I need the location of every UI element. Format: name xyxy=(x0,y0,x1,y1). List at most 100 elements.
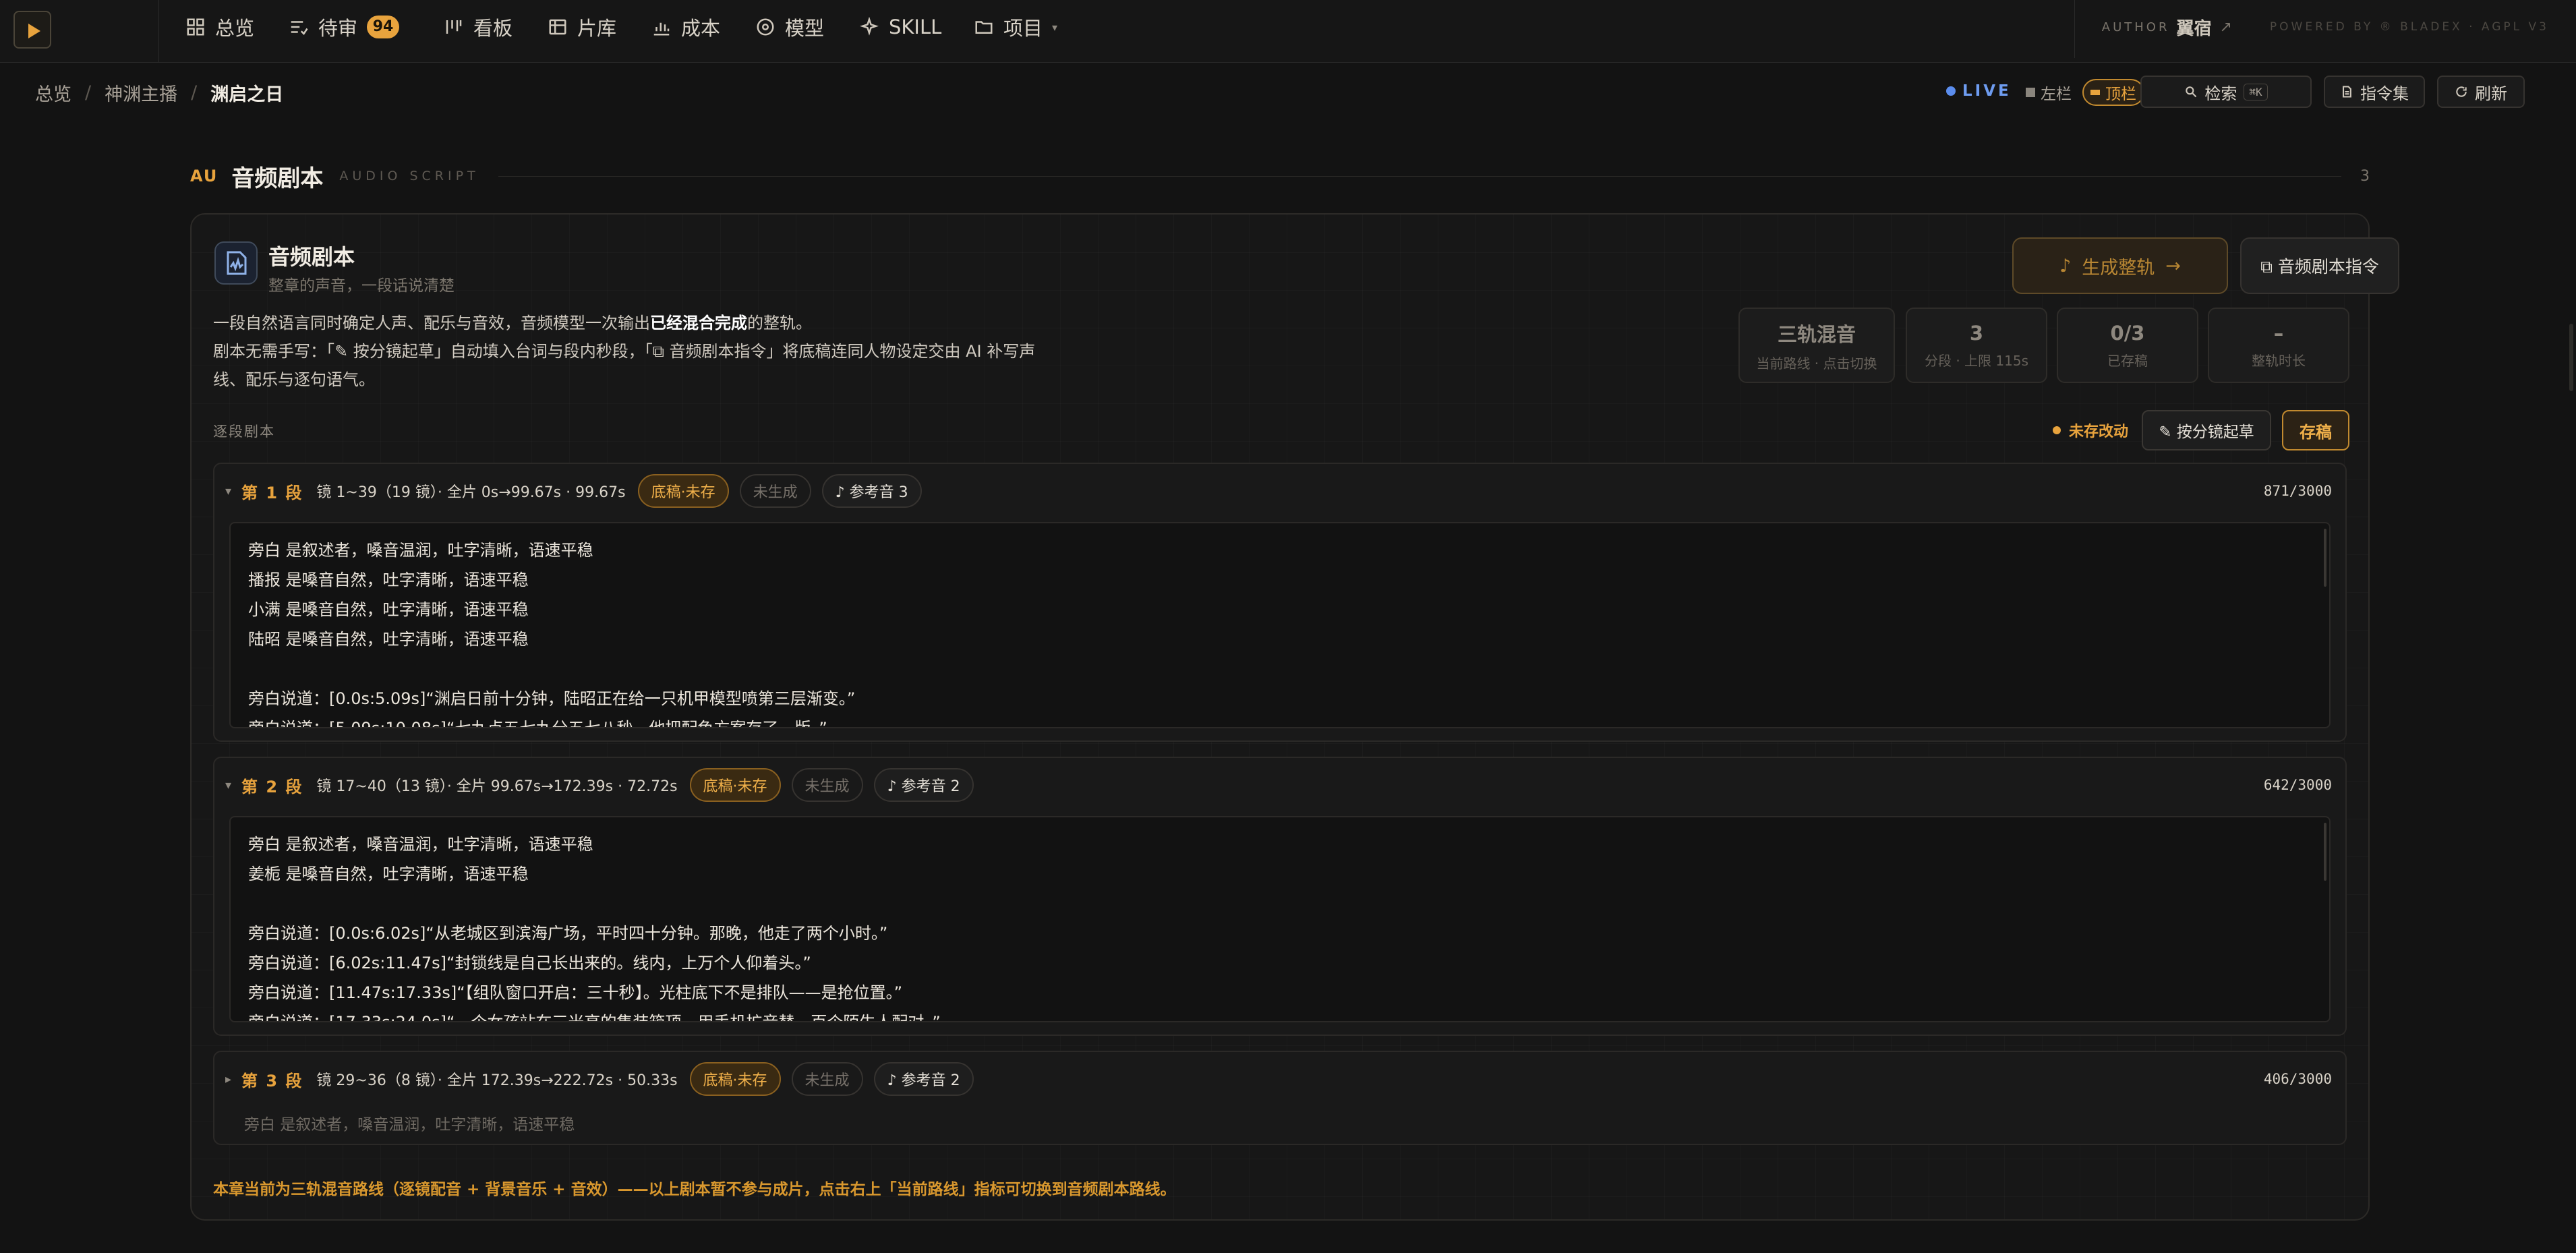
stat-segments: 3 分段 · 上限 115s xyxy=(1906,308,2047,383)
scrollbar[interactable] xyxy=(2324,529,2326,587)
powered-by: POWERED BY ® BLADEX · AGPL V3 xyxy=(2269,20,2549,34)
panel-subtitle: 整章的声音，一段话说清楚 xyxy=(268,277,455,295)
draft-from-storyboard-button[interactable]: ✎ 按分镜起草 xyxy=(2142,410,2271,450)
nav-item-overview[interactable]: 总览 xyxy=(185,0,254,54)
nav-item-skill[interactable]: SKILL xyxy=(859,0,941,54)
generation-badge: 未生成 xyxy=(791,1062,863,1096)
commands-button[interactable]: 指令集 xyxy=(2324,76,2425,108)
layout-left-label: 左栏 xyxy=(2041,86,2072,103)
save-draft-button[interactable]: 存稿 xyxy=(2282,410,2349,450)
author-label: AUTHOR xyxy=(2101,20,2170,34)
breadcrumb-separator: / xyxy=(191,82,198,103)
audio-script-panel: 音频剧本 整章的声音，一段话说清楚 一段自然语言同时确定人声、配乐与音效，音频模… xyxy=(190,213,2399,1221)
caret-right-icon[interactable]: ▸ xyxy=(225,1072,241,1086)
script-line: 旁白 是叙述者，嗓音温润，吐字清晰，语速平稳 xyxy=(248,835,593,854)
generation-badge: 未生成 xyxy=(791,768,863,802)
nav-divider xyxy=(158,0,159,62)
layout-left-option[interactable]: 左栏 xyxy=(2019,79,2078,106)
script-line xyxy=(248,889,2329,919)
scrollbar[interactable] xyxy=(2324,823,2326,881)
sidebar-layout-icon xyxy=(2026,88,2035,97)
nav-item-review[interactable]: 待审 94 xyxy=(289,0,400,54)
script-line: 旁白 是叙述者，嗓音温润，吐字清晰，语速平稳 xyxy=(248,541,593,560)
live-label: LIVE xyxy=(1962,82,2012,100)
nav-item-library[interactable]: 片库 xyxy=(548,0,616,54)
segment-header[interactable]: ▾ 第 1 段 镜 1~39（19 镜）· 全片 0s→99.67s · 99.… xyxy=(214,464,2345,518)
model-target-icon xyxy=(755,17,775,37)
script-line xyxy=(248,654,2329,684)
char-count: 642/3000 xyxy=(2263,777,2332,793)
segment-number: 第 2 段 xyxy=(241,777,303,796)
segment-number: 第 1 段 xyxy=(241,483,303,502)
segment-header[interactable]: ▾ 第 2 段 镜 17~40（13 镜）· 全片 99.67s→172.39s… xyxy=(214,758,2345,812)
breadcrumb: 总览 / 神渊主播 / 渊启之日 xyxy=(35,80,283,106)
status-badge: 底稿·未存 xyxy=(689,768,781,802)
author-block: AUTHOR 翼宿 ↗ POWERED BY ® BLADEX · AGPL V… xyxy=(2074,0,2576,58)
layout-top-option[interactable]: 顶栏 xyxy=(2082,79,2144,106)
search-label: 检索 xyxy=(2204,84,2237,103)
script-line: 播报 是嗓音自然，吐字清晰，语速平稳 xyxy=(248,571,529,589)
chevron-down-icon: ▾ xyxy=(1052,20,1058,34)
segment-range: 镜 1~39（19 镜）· 全片 0s→99.67s · 99.67s xyxy=(316,484,626,501)
refresh-icon xyxy=(2455,85,2468,98)
status-badge: 底稿·未存 xyxy=(637,474,729,508)
list-check-icon xyxy=(289,17,309,37)
stat-label: 分段 · 上限 115s xyxy=(1924,352,2029,369)
nav-label: 成本 xyxy=(681,17,721,40)
review-count-badge: 94 xyxy=(367,16,400,38)
script-line: 旁白说道：[6.02s:11.47s]“封锁线是自己长出来的。线内，上万个人仰着… xyxy=(248,954,811,972)
script-line: 小满 是嗓音自然，吐字清晰，语速平稳 xyxy=(248,600,529,619)
breadcrumb-current: 渊启之日 xyxy=(210,84,284,105)
bar-chart-icon xyxy=(651,17,672,37)
segment-1: ▾ 第 1 段 镜 1~39（19 镜）· 全片 0s→99.67s · 99.… xyxy=(213,463,2347,742)
reference-audio-button[interactable]: ♪ 参考音 3 xyxy=(821,474,922,508)
script-line: 姜栀 是嗓音自然，吐字清晰，语速平稳 xyxy=(248,865,529,883)
stat-route[interactable]: 三轨混音 当前路线 · 点击切换 xyxy=(1738,308,1895,383)
breadcrumb-item[interactable]: 总览 xyxy=(35,80,71,106)
refresh-label: 刷新 xyxy=(2475,84,2507,103)
nav-item-projects[interactable]: 项目 ▾ xyxy=(974,0,1057,54)
layout-top-label: 顶栏 xyxy=(2105,86,2136,103)
nav-item-kanban[interactable]: 看板 xyxy=(444,0,513,54)
route-note: 本章当前为三轨混音路线（逐镜配音 + 背景音乐 + 音效）——以上剧本暂不参与成… xyxy=(213,1181,1176,1198)
play-icon xyxy=(28,24,40,38)
stat-duration: – 整轨时长 xyxy=(2208,308,2349,383)
script-line: 旁白说道：[0.0s:6.02s]“从老城区到滨海广场，平时四十分钟。那晚，他走… xyxy=(248,924,888,943)
script-line: 旁白说道：[0.0s:5.09s]“渊启日前十分钟，陆昭正在给一只机甲模型喷第三… xyxy=(248,689,856,708)
generate-label: 生成整轨 xyxy=(2082,257,2155,279)
search-button[interactable]: 检索 ⌘K xyxy=(2140,76,2312,108)
live-indicator: LIVE xyxy=(1946,82,2012,100)
external-link-icon[interactable]: ↗ xyxy=(2219,19,2231,36)
section-number: 3 xyxy=(2360,167,2370,185)
reference-audio-button[interactable]: ♪ 参考音 2 xyxy=(873,768,974,802)
segment-3: ▸ 第 3 段 镜 29~36（8 镜）· 全片 172.39s→222.72s… xyxy=(213,1051,2347,1145)
nav-item-model[interactable]: 模型 xyxy=(755,0,824,54)
refresh-button[interactable]: 刷新 xyxy=(2437,76,2525,108)
unsaved-indicator: 未存改动 xyxy=(2053,419,2128,441)
unsaved-label: 未存改动 xyxy=(2069,424,2129,440)
layout-toggle: 左栏 顶栏 xyxy=(2019,78,2144,107)
segment-2: ▾ 第 2 段 镜 17~40（13 镜）· 全片 99.67s→172.39s… xyxy=(213,757,2347,1036)
author-name[interactable]: 翼宿 xyxy=(2176,15,2211,40)
nav-item-cost[interactable]: 成本 xyxy=(651,0,720,54)
generate-track-button[interactable]: ♪ 生成整轨 → xyxy=(2012,237,2228,294)
reference-audio-button[interactable]: ♪ 参考音 2 xyxy=(873,1062,974,1096)
play-logo-button[interactable] xyxy=(13,11,51,49)
caret-down-icon[interactable]: ▾ xyxy=(225,484,241,498)
breadcrumb-item[interactable]: 神渊主播 xyxy=(105,80,177,106)
script-editor[interactable]: 旁白 是叙述者，嗓音温润，吐字清晰，语速平稳 姜栀 是嗓音自然，吐字清晰，语速平… xyxy=(229,816,2331,1022)
page-scrollbar[interactable] xyxy=(2569,324,2573,391)
arrow-right-icon: → xyxy=(2165,255,2181,276)
audio-script-command-button[interactable]: ⧉ 音频剧本指令 xyxy=(2240,237,2399,294)
caret-down-icon[interactable]: ▾ xyxy=(225,778,241,792)
script-line: 旁白说道：[17.33s:24.0s]“一个女孩站在三米高的集装箱顶，用手机扩音… xyxy=(248,1013,941,1022)
script-line: 旁白说道：[11.47s:17.33s]“【组队窗口开启：三十秒】。光柱底下不是… xyxy=(248,983,903,1002)
stat-label: 整轨时长 xyxy=(2252,352,2306,369)
nav-label: 总览 xyxy=(215,17,255,40)
section-divider xyxy=(498,175,2341,177)
description-emphasis: 已经混合完成 xyxy=(650,314,747,332)
segment-header[interactable]: ▸ 第 3 段 镜 29~36（8 镜）· 全片 172.39s→222.72s… xyxy=(214,1052,2345,1106)
script-editor[interactable]: 旁白 是叙述者，嗓音温润，吐字清晰，语速平稳 播报 是嗓音自然，吐字清晰，语速平… xyxy=(229,522,2331,728)
document-icon xyxy=(2340,85,2353,98)
nav-label: 片库 xyxy=(577,17,617,40)
